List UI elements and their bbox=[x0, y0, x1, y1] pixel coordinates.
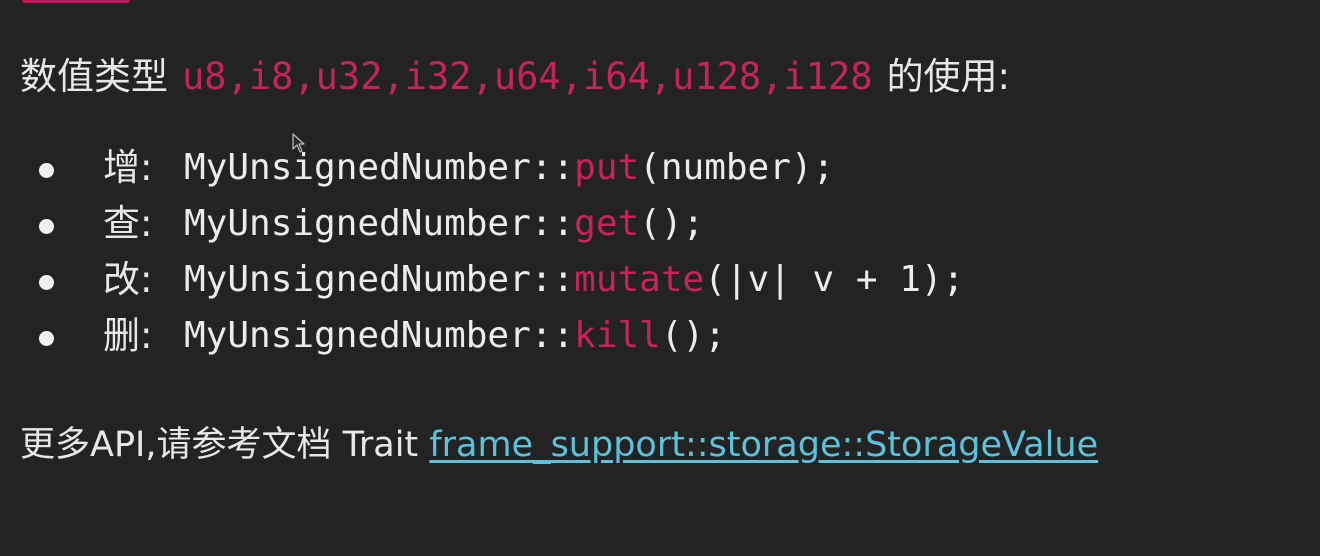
code-args: (|v| v + 1); bbox=[704, 259, 965, 300]
code-method: put bbox=[574, 147, 640, 188]
code-args: (); bbox=[639, 203, 705, 244]
code-method: mutate bbox=[574, 259, 705, 300]
top-accent-bar bbox=[22, 0, 130, 3]
footer-prefix: 更多API,请参考文档 Trait bbox=[20, 425, 430, 465]
code-args: (); bbox=[660, 315, 726, 356]
bullet-icon bbox=[39, 275, 54, 290]
mouse-cursor-icon bbox=[292, 133, 305, 153]
operation-label: 删: bbox=[103, 314, 153, 357]
heading: 数值类型 u8,i8,u32,i32,u64,i64,u128,i128 的使用: bbox=[20, 58, 1010, 95]
operation-label: 改: bbox=[103, 258, 153, 301]
code-target: MyUnsignedNumber:: bbox=[184, 147, 575, 188]
heading-suffix: 的使用: bbox=[886, 55, 1011, 98]
bullet-icon bbox=[39, 331, 54, 346]
code-snippet: MyUnsignedNumber::get(); bbox=[184, 196, 704, 252]
operation-label: 查: bbox=[103, 202, 153, 245]
bullet-icon bbox=[39, 219, 54, 234]
code-args: (number); bbox=[639, 147, 835, 188]
operation-label: 增: bbox=[103, 146, 153, 189]
code-method: kill bbox=[574, 315, 661, 356]
code-method: get bbox=[574, 203, 640, 244]
heading-prefix: 数值类型 bbox=[20, 55, 168, 98]
code-target: MyUnsignedNumber:: bbox=[184, 315, 575, 356]
footer-note: 更多API,请参考文档 Trait frame_support::storage… bbox=[20, 428, 1098, 463]
code-snippet: MyUnsignedNumber::mutate(|v| v + 1); bbox=[184, 252, 964, 308]
doc-link[interactable]: frame_support::storage::StorageValue bbox=[429, 425, 1098, 465]
code-target: MyUnsignedNumber:: bbox=[184, 203, 575, 244]
numeric-types: u8,i8,u32,i32,u64,i64,u128,i128 bbox=[182, 55, 873, 98]
bullet-icon bbox=[39, 163, 54, 178]
code-target: MyUnsignedNumber:: bbox=[184, 259, 575, 300]
code-snippet: MyUnsignedNumber::put(number); bbox=[184, 140, 834, 196]
code-snippet: MyUnsignedNumber::kill(); bbox=[184, 308, 726, 364]
